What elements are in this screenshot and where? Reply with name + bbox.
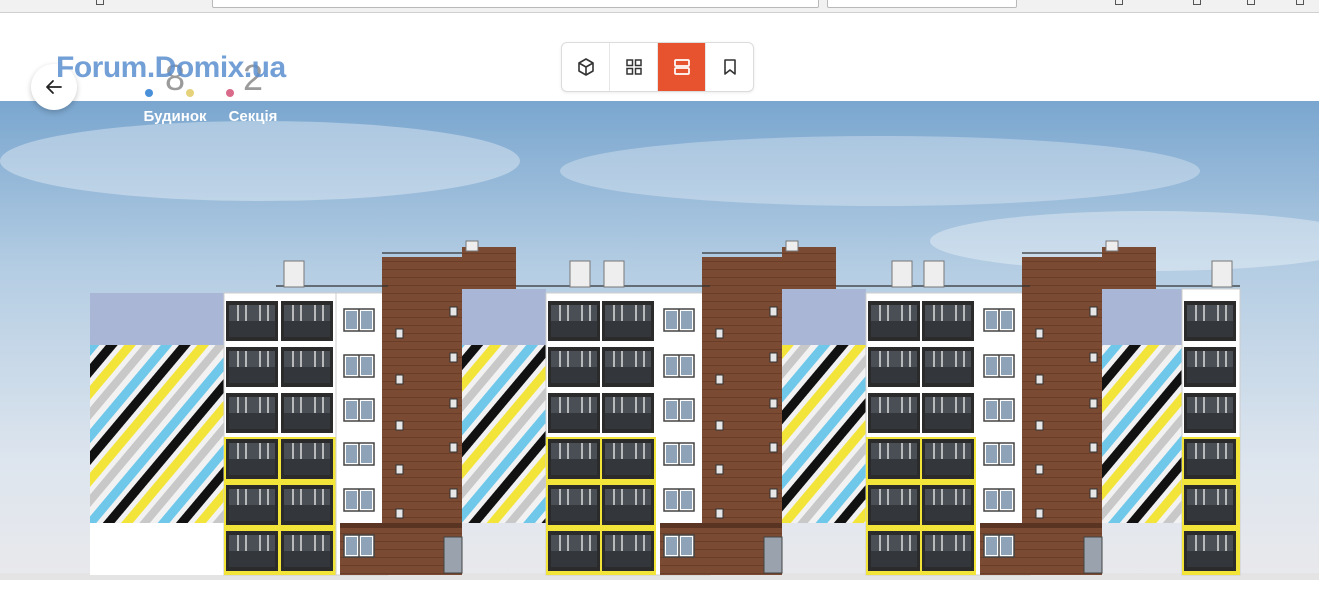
browser-toolbar-fragment	[0, 0, 1319, 13]
section-label: Секція	[228, 108, 278, 125]
cube-icon	[577, 58, 594, 76]
toolbar-icon	[96, 0, 104, 5]
watermark: Forum.Domix.ua	[56, 51, 286, 84]
bookmark-icon	[723, 59, 736, 75]
house-label: Будинок	[143, 108, 207, 125]
grid-view-button[interactable]	[610, 43, 658, 91]
page-bottom	[0, 580, 1319, 603]
toolbar-icon	[1193, 0, 1201, 5]
house-color-dots	[135, 89, 215, 97]
3d-view-button[interactable]	[562, 43, 610, 91]
browser-search-box[interactable]	[827, 0, 1017, 8]
color-dot	[145, 89, 153, 97]
building-image	[0, 101, 1319, 580]
building-facade-render[interactable]	[0, 101, 1319, 580]
toolbar-icon	[1296, 0, 1304, 5]
section-color-dots	[213, 89, 293, 97]
view-mode-toggle	[561, 42, 754, 92]
color-dot	[186, 89, 194, 97]
toolbar-icon	[1247, 0, 1255, 5]
grid-icon	[625, 59, 642, 75]
toolbar-icon	[1115, 0, 1123, 5]
saved-button[interactable]	[706, 43, 753, 91]
floors-view-button[interactable]	[658, 43, 706, 91]
color-dot	[226, 89, 234, 97]
list-rows-icon	[673, 59, 690, 75]
address-bar[interactable]	[212, 0, 819, 8]
